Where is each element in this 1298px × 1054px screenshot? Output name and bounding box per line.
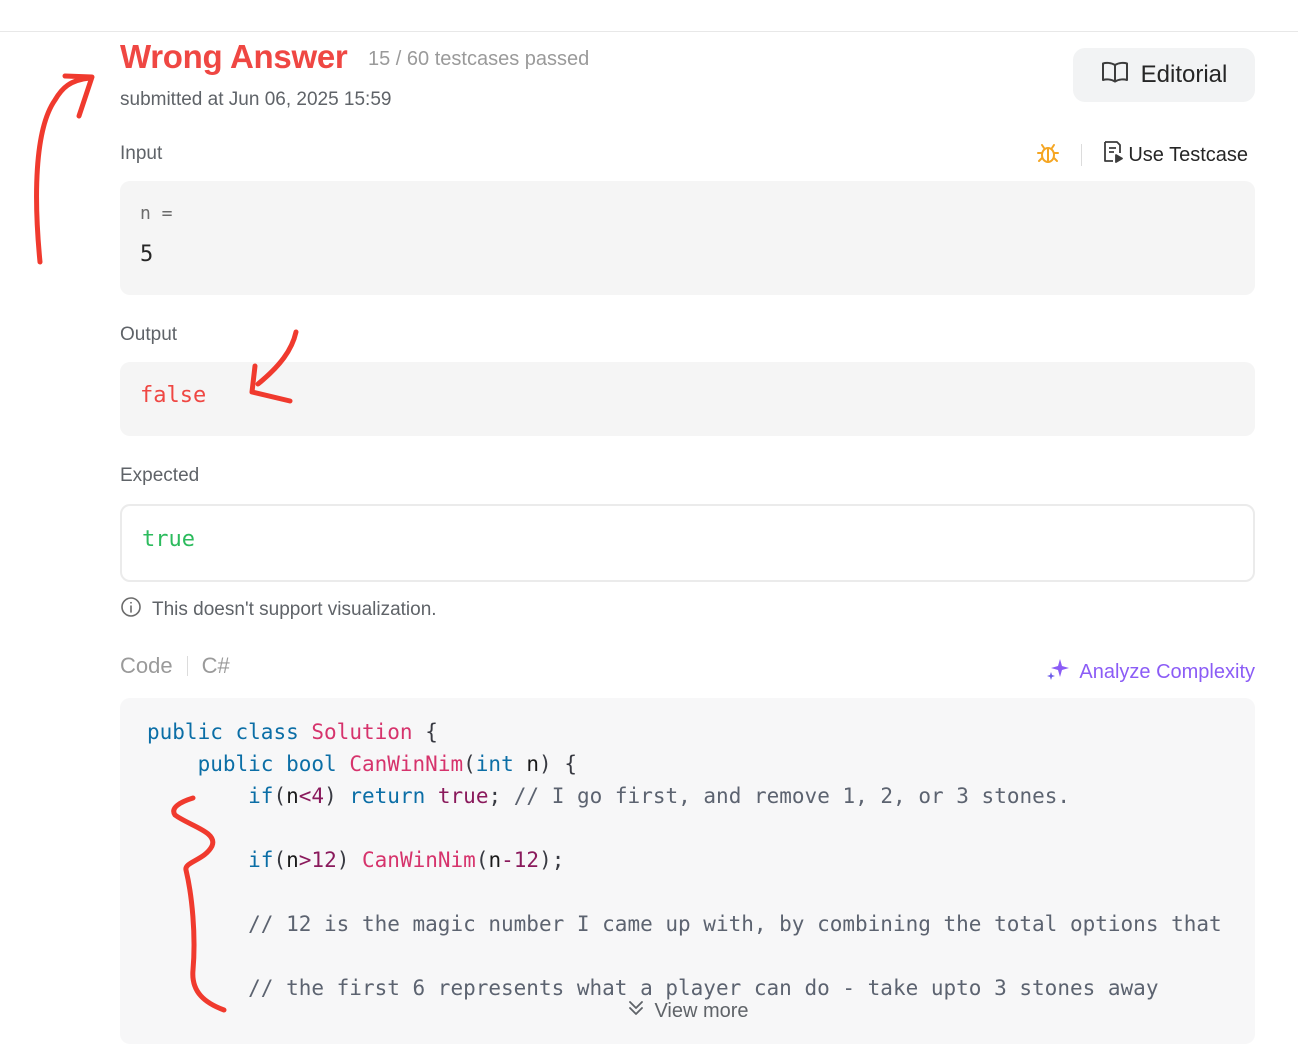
input-var-value: 5 xyxy=(140,242,154,267)
code-line: // 12 is the magic number I came up with… xyxy=(147,908,1229,940)
top-divider xyxy=(0,31,1298,32)
code-token: ) { xyxy=(539,752,577,776)
code-line: public bool CanWinNim(int n) { xyxy=(147,748,1229,780)
view-more-label: View more xyxy=(654,999,749,1022)
code-token: // the first 6 represents what a player … xyxy=(248,976,1159,1000)
submitted-at: submitted at Jun 06, 2025 15:59 xyxy=(120,89,392,110)
code-token: int xyxy=(475,752,514,776)
code-token: ( xyxy=(273,848,287,872)
input-label: Input xyxy=(120,143,163,164)
code-token: ( xyxy=(273,784,287,808)
annotation-arrowhead-up xyxy=(62,73,95,119)
code-token: n xyxy=(526,752,540,776)
chevrons-down-icon xyxy=(626,998,646,1024)
use-testcase-label: Use Testcase xyxy=(1128,143,1248,166)
output-value: false xyxy=(140,383,207,408)
code-token: ( xyxy=(463,752,476,776)
code-block: public class Solution { public bool CanW… xyxy=(147,716,1229,1004)
code-token: 12 xyxy=(513,848,540,872)
code-token: > xyxy=(298,848,312,872)
code-token: { xyxy=(412,720,438,744)
code-token: public xyxy=(147,720,223,744)
code-token: // 12 is the magic number I came up with… xyxy=(248,912,1222,936)
code-token: // I go first, and remove 1, 2, or 3 sto… xyxy=(513,784,1071,808)
code-token: ( xyxy=(475,848,489,872)
code-token: ) xyxy=(336,848,363,872)
code-token: n xyxy=(488,848,502,872)
code-label: Code xyxy=(120,653,173,678)
expected-value: true xyxy=(142,527,195,552)
code-token: ; xyxy=(488,784,514,808)
code-token: ); xyxy=(539,848,565,872)
output-label: Output xyxy=(120,324,178,345)
code-line: public class Solution { xyxy=(147,716,1229,748)
editorial-label: Editorial xyxy=(1140,61,1228,88)
use-testcase-button[interactable]: Use Testcase xyxy=(1102,140,1248,170)
code-box: public class Solution { public bool CanW… xyxy=(120,698,1255,1044)
input-box: n = 5 xyxy=(120,181,1255,295)
code-token: 4 xyxy=(311,784,325,808)
expected-label: Expected xyxy=(120,465,200,486)
code-token: < xyxy=(298,784,312,808)
view-more-button[interactable]: View more xyxy=(120,998,1255,1024)
code-token: CanWinNim xyxy=(349,752,464,776)
code-token: if xyxy=(248,784,274,808)
code-header: Code C# xyxy=(120,653,230,679)
code-token: public xyxy=(197,752,274,776)
analyze-complexity-label: Analyze Complexity xyxy=(1079,660,1255,683)
code-token: true xyxy=(437,784,489,808)
code-token: n xyxy=(286,848,299,872)
code-line: if(n<4) return true; // I go first, and … xyxy=(147,780,1229,812)
code-line: if(n>12) CanWinNim(n-12); xyxy=(147,844,1229,876)
code-header-separator xyxy=(186,656,188,676)
annotation-arrow-up xyxy=(34,75,93,265)
code-token: if xyxy=(248,848,274,872)
result-status: Wrong Answer xyxy=(120,38,348,75)
output-box: false xyxy=(120,362,1255,436)
sparkle-icon xyxy=(1045,656,1071,688)
toolbar-separator xyxy=(1081,144,1083,166)
visualization-note-text: This doesn't support visualization. xyxy=(152,599,437,620)
expected-box: true xyxy=(120,504,1255,582)
code-token: ) xyxy=(324,784,350,808)
visualization-note: This doesn't support visualization. xyxy=(120,596,437,624)
code-token: return xyxy=(349,784,426,808)
code-language: C# xyxy=(201,653,230,678)
code-token: Solution xyxy=(311,720,413,744)
analyze-complexity-button[interactable]: Analyze Complexity xyxy=(1045,656,1255,688)
code-token: class xyxy=(235,720,299,744)
input-toolbar: Use Testcase xyxy=(1035,140,1248,170)
testcases-passed: 15 / 60 testcases passed xyxy=(368,48,590,70)
code-token: CanWinNim xyxy=(362,848,476,872)
use-testcase-icon xyxy=(1102,140,1124,170)
code-token: n xyxy=(286,784,299,808)
code-token: 12 xyxy=(311,848,337,872)
editorial-button[interactable]: Editorial xyxy=(1073,48,1255,102)
code-token: bool xyxy=(286,752,337,776)
info-icon xyxy=(120,596,142,624)
code-token: - xyxy=(501,848,514,872)
input-var-name: n = xyxy=(140,203,173,224)
book-icon xyxy=(1101,61,1129,90)
bug-icon[interactable] xyxy=(1035,140,1061,171)
